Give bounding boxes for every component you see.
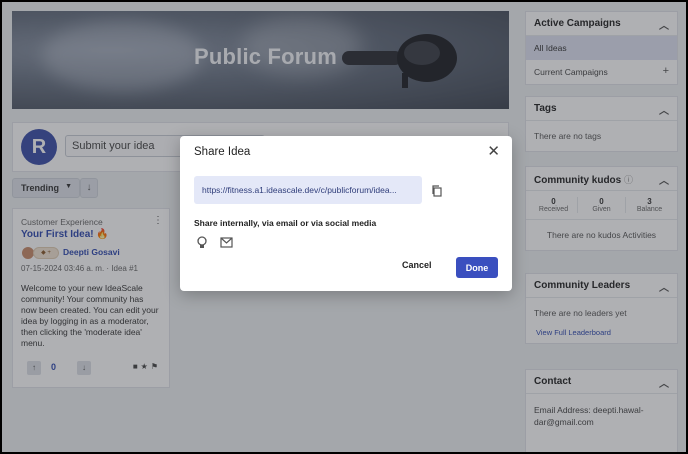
lightbulb-icon[interactable] [196,236,208,250]
copy-icon[interactable] [430,184,444,198]
done-button[interactable]: Done [456,257,498,278]
app-window: Public Forum R Submit your idea Trending… [2,2,686,452]
mail-icon[interactable] [220,237,233,248]
share-idea-dialog: Share Idea ✕ https://fitness.a1.ideascal… [180,136,512,291]
share-link-field[interactable]: https://fitness.a1.ideascale.dev/c/publi… [194,176,422,204]
share-description: Share internally, via email or via socia… [194,218,377,228]
dialog-title: Share Idea [194,146,251,158]
cancel-button[interactable]: Cancel [402,260,432,270]
close-icon[interactable]: ✕ [487,144,500,159]
